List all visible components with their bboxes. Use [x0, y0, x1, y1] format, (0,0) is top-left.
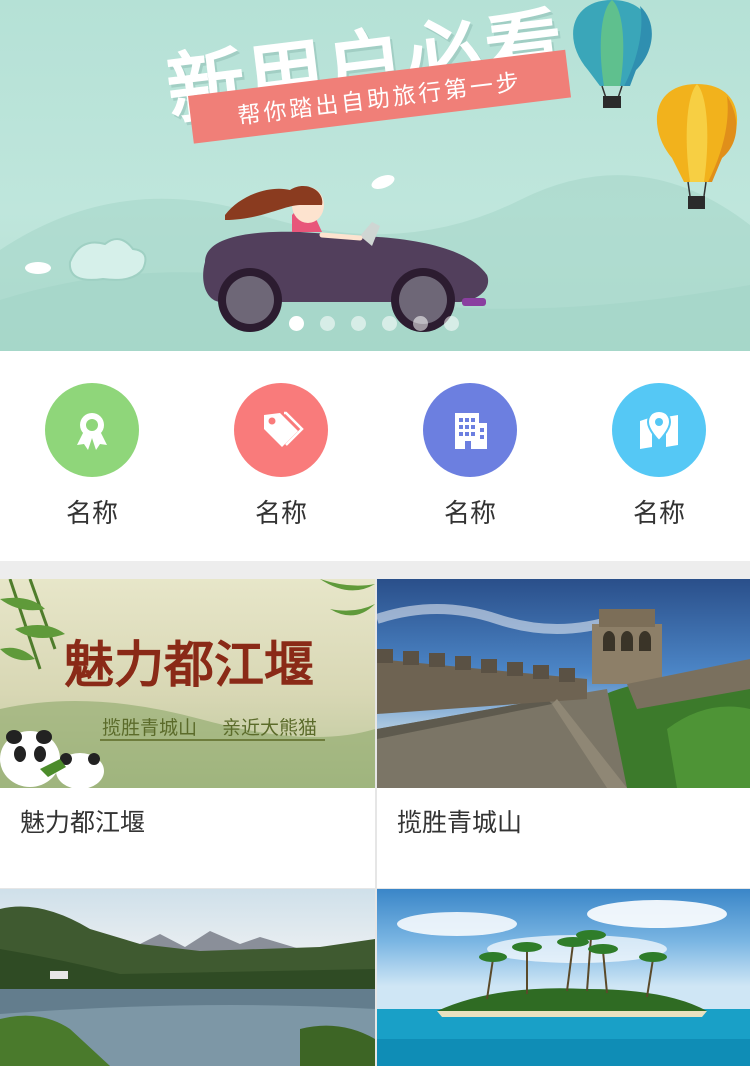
destination-card-island[interactable]	[377, 889, 750, 1066]
card-title: 揽胜青城山	[397, 808, 523, 837]
island-illustration	[377, 900, 750, 1066]
category-nav: 名称 名称 名称 名称	[0, 351, 750, 561]
card-image	[0, 889, 375, 1066]
building-icon	[423, 383, 517, 477]
lake-illustration	[0, 906, 375, 1066]
carousel-dots	[289, 316, 459, 331]
category-item-1[interactable]: 名称	[22, 383, 162, 530]
balloon-left	[573, 0, 652, 108]
category-label: 名称	[632, 499, 685, 529]
card-image	[377, 579, 750, 788]
card-image-headline: 魅力都江堰	[64, 635, 314, 694]
card-image-tagline-b: 亲近大熊猫	[222, 717, 318, 739]
award-icon	[45, 383, 139, 477]
category-label: 名称	[254, 499, 307, 529]
card-image	[377, 889, 750, 1066]
section-divider	[0, 561, 750, 579]
tag-icon	[234, 383, 328, 477]
carousel-dot[interactable]	[351, 316, 366, 331]
card-title: 魅力都江堰	[20, 808, 146, 837]
map-pin-icon	[612, 383, 706, 477]
destination-card-lake[interactable]	[0, 889, 375, 1066]
carousel-dot[interactable]	[382, 316, 397, 331]
category-item-2[interactable]: 名称	[211, 383, 351, 530]
category-item-4[interactable]: 名称	[589, 383, 729, 530]
destination-grid: 魅力都江堰 揽胜青城山 亲近大熊猫 魅力都江堰 揽胜青城山	[0, 579, 750, 1066]
card-image: 魅力都江堰 揽胜青城山 亲近大熊猫	[0, 579, 375, 788]
destination-card-dujiangyan[interactable]: 魅力都江堰 揽胜青城山 亲近大熊猫 魅力都江堰	[0, 579, 375, 888]
category-item-3[interactable]: 名称	[400, 383, 540, 530]
carousel-dot[interactable]	[444, 316, 459, 331]
carousel-dot[interactable]	[413, 316, 428, 331]
promo-banner[interactable]: 新用户必看 帮你踏出自助旅行第一步	[0, 0, 750, 351]
category-label: 名称	[443, 499, 496, 529]
carousel-dot[interactable]	[289, 316, 304, 331]
category-label: 名称	[65, 499, 118, 529]
great-wall-illustration	[377, 604, 750, 788]
card-image-tagline-a: 揽胜青城山	[102, 717, 198, 739]
carousel-dot[interactable]	[320, 316, 335, 331]
destination-card-qingchengshan[interactable]: 揽胜青城山	[377, 579, 750, 888]
